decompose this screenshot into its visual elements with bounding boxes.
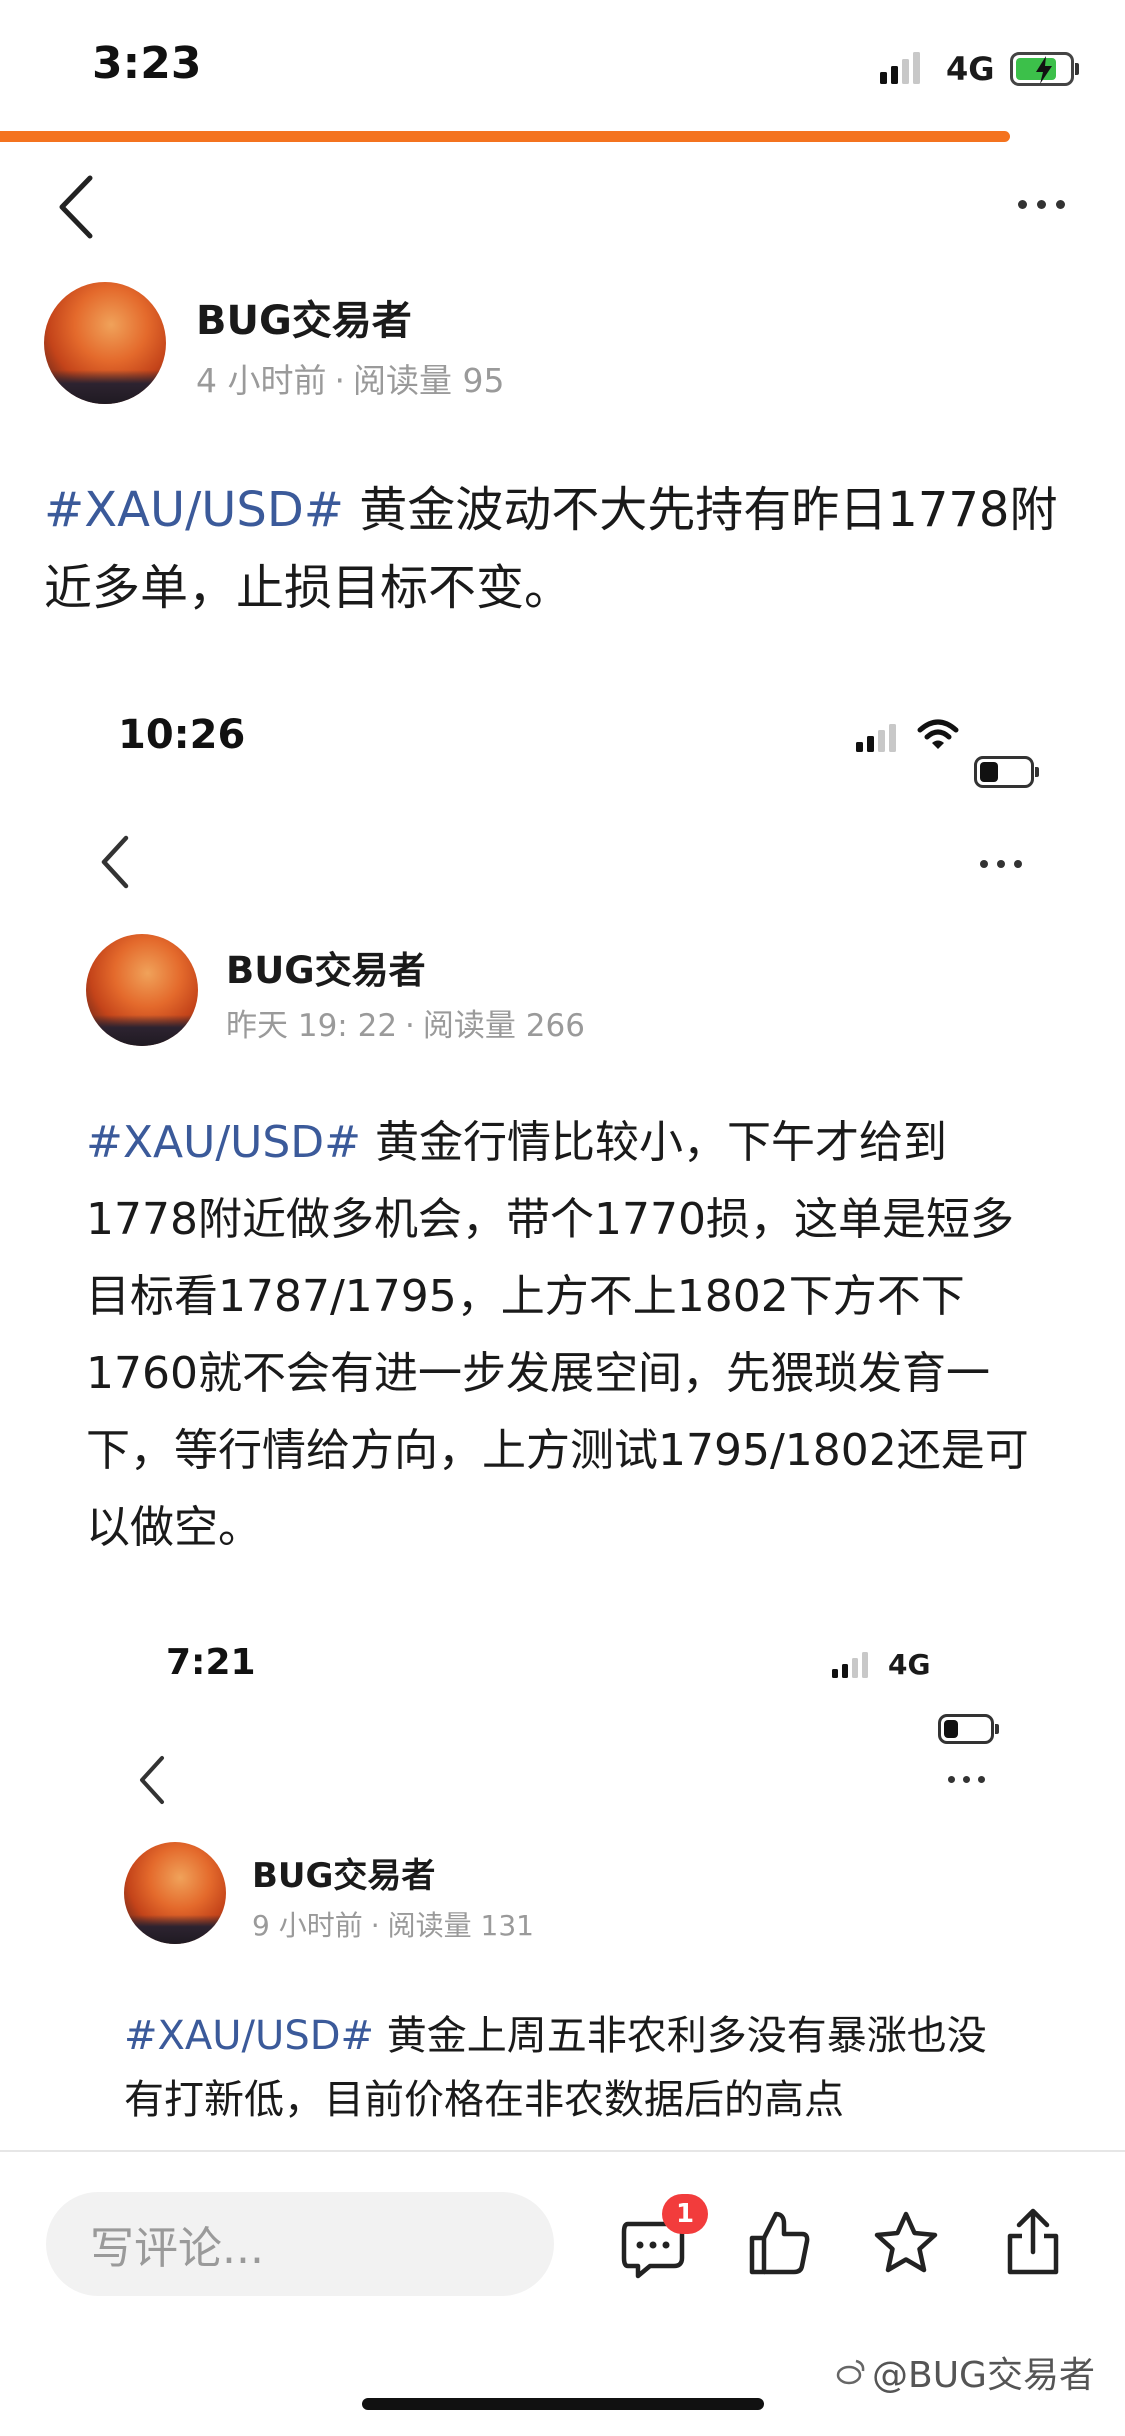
embedded2-status-time: 7:21 [166,1642,256,1683]
read-count: 阅读量 95 [353,361,505,400]
embedded-post-body: #XAU/USD# 黄金行情比较小，下午才给到1778附近做多机会，带个1770… [86,1104,1036,1566]
bottom-divider [0,2150,1125,2152]
battery-icon [1010,52,1079,86]
comment-count-badge: 1 [662,2194,708,2234]
status-time: 3:23 [92,38,202,89]
watermark-text: @BUG交易者 [872,2355,1095,2396]
embedded-post-text: 黄金行情比较小，下午才给到1778附近做多机会，带个1770损，这单是短多目标看… [86,1117,1029,1553]
embedded2-signal-icon [832,1650,868,1678]
share-button[interactable] [1002,2206,1064,2278]
embedded-battery-icon [974,756,1039,788]
post-meta: 4 小时前 · 阅读量 95 [196,361,505,400]
embedded2-hashtag: #XAU/USD# [124,2013,375,2059]
embedded-hashtag: #XAU/USD# [86,1117,362,1168]
embedded2-network-label: 4G [888,1648,931,1681]
post-time: 4 小时前 [196,361,327,400]
more-button[interactable] [1018,200,1065,209]
embedded2-avatar [124,1842,226,1944]
comments-button[interactable]: 1 [620,2194,708,2286]
signal-icon [880,50,920,84]
embedded2-read-count: 阅读量 131 [387,1909,534,1942]
comment-placeholder: 写评论... [90,2223,264,2274]
embedded-status-time: 10:26 [118,712,246,758]
embedded-post-time: 昨天 19: 22 [226,1008,398,1044]
embedded-back-button [96,832,136,892]
embedded-author-name: BUG交易者 [226,949,426,992]
loading-progress-bar [0,131,1010,142]
author-name[interactable]: BUG交易者 [196,288,412,346]
watermark: @BUG交易者 [836,2346,1095,2398]
embedded2-post-meta: 9 小时前 · 阅读量 131 [252,1909,534,1942]
like-button[interactable] [746,2208,812,2278]
back-button[interactable] [52,172,102,242]
embedded-more-button [980,860,1022,868]
share-icon [1007,2208,1059,2275]
thumbs-up-icon [749,2211,810,2275]
star-icon [874,2211,938,2273]
chevron-left-icon [140,1756,164,1804]
favorite-button[interactable] [872,2210,940,2276]
wifi-icon [917,719,959,749]
embedded-post-meta: 昨天 19: 22 · 阅读量 266 [226,1008,585,1044]
embedded-read-count: 阅读量 266 [422,1008,585,1044]
embedded2-battery-icon [938,1714,999,1744]
home-indicator[interactable] [362,2398,764,2410]
embedded2-more-button [948,1776,985,1783]
post-body: #XAU/USD# 黄金波动不大先持有昨日1778附近多单，止损目标不变。 [44,472,1084,628]
comment-input[interactable]: 写评论... [46,2192,554,2296]
embedded2-post-time: 9 小时前 [252,1909,363,1942]
chevron-left-icon [59,175,93,239]
avatar[interactable] [44,282,166,404]
weibo-icon [836,2359,865,2385]
embedded2-author-name: BUG交易者 [252,1856,436,1896]
hashtag-link[interactable]: #XAU/USD# [44,482,344,538]
embedded-signal-icon [856,722,896,752]
embedded-avatar [86,934,198,1046]
chevron-left-icon [101,835,129,889]
network-label: 4G [946,50,995,88]
embedded2-post-body: #XAU/USD# 黄金上周五非农利多没有暴涨也没有打新低，目前价格在非农数据后… [124,2004,994,2132]
embedded2-back-button [134,1752,174,1808]
